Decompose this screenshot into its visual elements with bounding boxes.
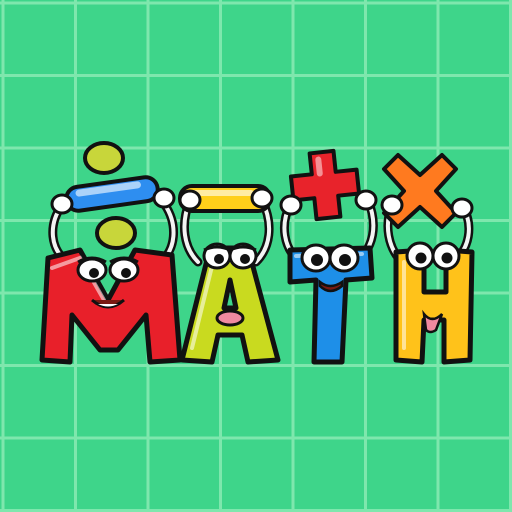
times-sign [382, 153, 458, 229]
letter-a-text: A [230, 379, 231, 381]
divide-sign [64, 141, 160, 250]
letter-m: M [39, 247, 183, 381]
math-logo-artwork: M A T H [0, 0, 512, 512]
letter-m-text: M [111, 379, 112, 381]
letter-t-text: T [330, 379, 331, 381]
letter-t: T [287, 243, 375, 381]
letter-h: H [393, 241, 475, 381]
letter-h-text: H [434, 379, 435, 381]
logo-illustration: M A T H [39, 141, 475, 381]
